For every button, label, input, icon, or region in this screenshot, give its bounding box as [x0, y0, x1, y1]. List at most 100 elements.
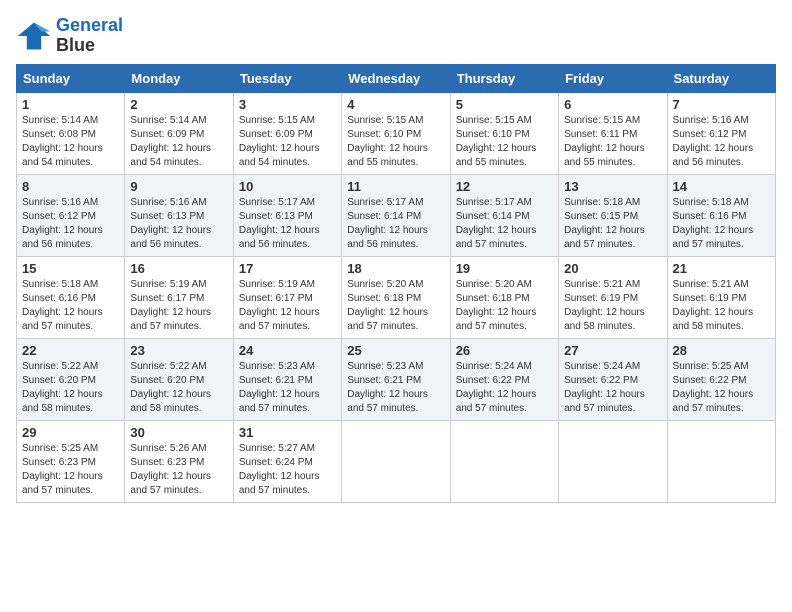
weekday-header-cell: Saturday	[667, 64, 775, 92]
calendar-day-cell: 5 Sunrise: 5:15 AM Sunset: 6:10 PM Dayli…	[450, 92, 558, 174]
calendar-day-cell: 20 Sunrise: 5:21 AM Sunset: 6:19 PM Dayl…	[559, 256, 667, 338]
day-number: 17	[239, 261, 336, 276]
calendar-week-row: 1 Sunrise: 5:14 AM Sunset: 6:08 PM Dayli…	[17, 92, 776, 174]
day-number: 24	[239, 343, 336, 358]
day-number: 3	[239, 97, 336, 112]
day-detail: Sunrise: 5:16 AM Sunset: 6:13 PM Dayligh…	[130, 196, 227, 252]
calendar-day-cell: 18 Sunrise: 5:20 AM Sunset: 6:18 PM Dayl…	[342, 256, 450, 338]
day-detail: Sunrise: 5:25 AM Sunset: 6:23 PM Dayligh…	[22, 442, 119, 498]
calendar-day-cell: 30 Sunrise: 5:26 AM Sunset: 6:23 PM Dayl…	[125, 420, 233, 502]
day-detail: Sunrise: 5:23 AM Sunset: 6:21 PM Dayligh…	[239, 360, 336, 416]
calendar-week-row: 22 Sunrise: 5:22 AM Sunset: 6:20 PM Dayl…	[17, 338, 776, 420]
weekday-header-cell: Thursday	[450, 64, 558, 92]
day-number: 15	[22, 261, 119, 276]
day-number: 28	[673, 343, 770, 358]
day-number: 19	[456, 261, 553, 276]
day-detail: Sunrise: 5:24 AM Sunset: 6:22 PM Dayligh…	[456, 360, 553, 416]
calendar-day-cell	[342, 420, 450, 502]
day-number: 29	[22, 425, 119, 440]
day-number: 21	[673, 261, 770, 276]
logo-icon	[16, 18, 52, 54]
day-detail: Sunrise: 5:23 AM Sunset: 6:21 PM Dayligh…	[347, 360, 444, 416]
calendar-day-cell: 27 Sunrise: 5:24 AM Sunset: 6:22 PM Dayl…	[559, 338, 667, 420]
day-detail: Sunrise: 5:22 AM Sunset: 6:20 PM Dayligh…	[130, 360, 227, 416]
day-number: 5	[456, 97, 553, 112]
day-number: 27	[564, 343, 661, 358]
calendar-day-cell: 26 Sunrise: 5:24 AM Sunset: 6:22 PM Dayl…	[450, 338, 558, 420]
day-detail: Sunrise: 5:14 AM Sunset: 6:08 PM Dayligh…	[22, 114, 119, 170]
calendar-day-cell: 4 Sunrise: 5:15 AM Sunset: 6:10 PM Dayli…	[342, 92, 450, 174]
calendar-day-cell: 19 Sunrise: 5:20 AM Sunset: 6:18 PM Dayl…	[450, 256, 558, 338]
weekday-header-cell: Friday	[559, 64, 667, 92]
calendar-day-cell: 12 Sunrise: 5:17 AM Sunset: 6:14 PM Dayl…	[450, 174, 558, 256]
day-number: 12	[456, 179, 553, 194]
day-number: 23	[130, 343, 227, 358]
day-number: 4	[347, 97, 444, 112]
weekday-header-row: SundayMondayTuesdayWednesdayThursdayFrid…	[17, 64, 776, 92]
day-number: 2	[130, 97, 227, 112]
day-number: 9	[130, 179, 227, 194]
calendar-week-row: 15 Sunrise: 5:18 AM Sunset: 6:16 PM Dayl…	[17, 256, 776, 338]
calendar-day-cell: 17 Sunrise: 5:19 AM Sunset: 6:17 PM Dayl…	[233, 256, 341, 338]
day-detail: Sunrise: 5:16 AM Sunset: 6:12 PM Dayligh…	[673, 114, 770, 170]
calendar-body: 1 Sunrise: 5:14 AM Sunset: 6:08 PM Dayli…	[17, 92, 776, 502]
day-number: 10	[239, 179, 336, 194]
day-number: 7	[673, 97, 770, 112]
day-detail: Sunrise: 5:14 AM Sunset: 6:09 PM Dayligh…	[130, 114, 227, 170]
day-detail: Sunrise: 5:15 AM Sunset: 6:11 PM Dayligh…	[564, 114, 661, 170]
calendar-day-cell: 29 Sunrise: 5:25 AM Sunset: 6:23 PM Dayl…	[17, 420, 125, 502]
day-detail: Sunrise: 5:22 AM Sunset: 6:20 PM Dayligh…	[22, 360, 119, 416]
day-number: 31	[239, 425, 336, 440]
logo-text: General Blue	[56, 16, 123, 56]
day-detail: Sunrise: 5:18 AM Sunset: 6:16 PM Dayligh…	[22, 278, 119, 334]
calendar-day-cell: 31 Sunrise: 5:27 AM Sunset: 6:24 PM Dayl…	[233, 420, 341, 502]
calendar-day-cell: 1 Sunrise: 5:14 AM Sunset: 6:08 PM Dayli…	[17, 92, 125, 174]
calendar-day-cell: 23 Sunrise: 5:22 AM Sunset: 6:20 PM Dayl…	[125, 338, 233, 420]
calendar-day-cell: 13 Sunrise: 5:18 AM Sunset: 6:15 PM Dayl…	[559, 174, 667, 256]
weekday-header-cell: Sunday	[17, 64, 125, 92]
day-number: 1	[22, 97, 119, 112]
day-detail: Sunrise: 5:18 AM Sunset: 6:16 PM Dayligh…	[673, 196, 770, 252]
day-detail: Sunrise: 5:24 AM Sunset: 6:22 PM Dayligh…	[564, 360, 661, 416]
calendar-day-cell: 15 Sunrise: 5:18 AM Sunset: 6:16 PM Dayl…	[17, 256, 125, 338]
day-number: 13	[564, 179, 661, 194]
calendar-week-row: 8 Sunrise: 5:16 AM Sunset: 6:12 PM Dayli…	[17, 174, 776, 256]
day-detail: Sunrise: 5:26 AM Sunset: 6:23 PM Dayligh…	[130, 442, 227, 498]
day-detail: Sunrise: 5:21 AM Sunset: 6:19 PM Dayligh…	[673, 278, 770, 334]
calendar-day-cell: 14 Sunrise: 5:18 AM Sunset: 6:16 PM Dayl…	[667, 174, 775, 256]
day-detail: Sunrise: 5:17 AM Sunset: 6:13 PM Dayligh…	[239, 196, 336, 252]
calendar-day-cell: 2 Sunrise: 5:14 AM Sunset: 6:09 PM Dayli…	[125, 92, 233, 174]
day-detail: Sunrise: 5:16 AM Sunset: 6:12 PM Dayligh…	[22, 196, 119, 252]
weekday-header-cell: Wednesday	[342, 64, 450, 92]
day-detail: Sunrise: 5:19 AM Sunset: 6:17 PM Dayligh…	[130, 278, 227, 334]
logo: General Blue	[16, 16, 123, 56]
day-detail: Sunrise: 5:20 AM Sunset: 6:18 PM Dayligh…	[456, 278, 553, 334]
day-number: 14	[673, 179, 770, 194]
day-number: 25	[347, 343, 444, 358]
day-detail: Sunrise: 5:15 AM Sunset: 6:09 PM Dayligh…	[239, 114, 336, 170]
day-detail: Sunrise: 5:15 AM Sunset: 6:10 PM Dayligh…	[456, 114, 553, 170]
calendar-day-cell: 6 Sunrise: 5:15 AM Sunset: 6:11 PM Dayli…	[559, 92, 667, 174]
day-detail: Sunrise: 5:27 AM Sunset: 6:24 PM Dayligh…	[239, 442, 336, 498]
header: General Blue	[16, 16, 776, 56]
calendar-table: SundayMondayTuesdayWednesdayThursdayFrid…	[16, 64, 776, 503]
calendar-day-cell: 22 Sunrise: 5:22 AM Sunset: 6:20 PM Dayl…	[17, 338, 125, 420]
calendar-day-cell: 28 Sunrise: 5:25 AM Sunset: 6:22 PM Dayl…	[667, 338, 775, 420]
calendar-day-cell: 24 Sunrise: 5:23 AM Sunset: 6:21 PM Dayl…	[233, 338, 341, 420]
day-number: 18	[347, 261, 444, 276]
calendar-day-cell: 7 Sunrise: 5:16 AM Sunset: 6:12 PM Dayli…	[667, 92, 775, 174]
calendar-week-row: 29 Sunrise: 5:25 AM Sunset: 6:23 PM Dayl…	[17, 420, 776, 502]
calendar-day-cell	[559, 420, 667, 502]
weekday-header-cell: Monday	[125, 64, 233, 92]
day-detail: Sunrise: 5:25 AM Sunset: 6:22 PM Dayligh…	[673, 360, 770, 416]
calendar-day-cell	[667, 420, 775, 502]
day-detail: Sunrise: 5:19 AM Sunset: 6:17 PM Dayligh…	[239, 278, 336, 334]
calendar-day-cell: 8 Sunrise: 5:16 AM Sunset: 6:12 PM Dayli…	[17, 174, 125, 256]
calendar-day-cell: 9 Sunrise: 5:16 AM Sunset: 6:13 PM Dayli…	[125, 174, 233, 256]
calendar-day-cell	[450, 420, 558, 502]
day-number: 6	[564, 97, 661, 112]
calendar-day-cell: 25 Sunrise: 5:23 AM Sunset: 6:21 PM Dayl…	[342, 338, 450, 420]
calendar-day-cell: 10 Sunrise: 5:17 AM Sunset: 6:13 PM Dayl…	[233, 174, 341, 256]
day-number: 16	[130, 261, 227, 276]
day-number: 26	[456, 343, 553, 358]
